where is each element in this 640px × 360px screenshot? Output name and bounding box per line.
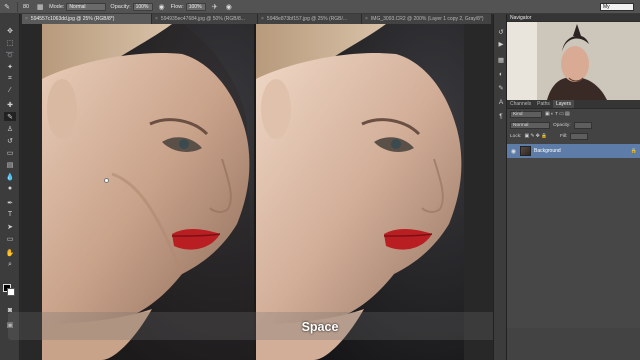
close-icon[interactable]: × [155,16,158,22]
actions-panel-icon[interactable]: ▶ [497,40,505,48]
clone-stamp-tool-icon[interactable]: ♙ [4,124,16,133]
document-tab-strip: × 594557c1063dd.jpg @ 25% (RGB/8*) × 594… [22,14,492,24]
panel-dock: ↺ ▶ ▦ ◐ ✎ A ¶ [493,14,507,360]
marquee-tool-icon[interactable]: ⬚ [4,38,16,47]
shape-tool-icon[interactable]: ▭ [4,234,16,243]
gradient-tool-icon[interactable]: ▤ [4,160,16,169]
tab-layers[interactable]: Layers [552,100,574,108]
zoom-tool-icon[interactable]: ⌕ [4,260,16,269]
document-tab-label: 594935ec47684.jpg @ 50% (RGB/8... [160,16,245,22]
eraser-tool-icon[interactable]: ▭ [4,148,16,157]
document-tab-label: 5948e873bf157.jpg @ 25% (RGB/... [266,16,348,22]
fill-field[interactable] [570,133,589,140]
document-tab[interactable]: × 594557c1063dd.jpg @ 25% (RGB/8*) [22,14,152,24]
document-tab-label: IMG_3093.CR2 @ 200% (Layer 1 copy 2, Gra… [370,16,484,22]
lock-row: Lock: ▣ ✎ ✥ 🔒 Fill: [507,131,640,142]
character-panel-icon[interactable]: A [497,98,505,106]
adjustments-panel-icon[interactable]: ◐ [497,70,505,78]
brush-panel-toggle[interactable]: ▦ [33,0,47,13]
document-tab[interactable]: × 5948e873bf157.jpg @ 25% (RGB/... [258,14,362,24]
move-tool-icon[interactable]: ✥ [4,26,16,35]
tab-channels[interactable]: Channels [507,100,534,108]
pressure-opacity-toggle[interactable]: ◉ [155,0,169,13]
airbrush-icon: ✈ [211,3,218,11]
tools-panel: ✥ ⬚ ➰ ✦ ⌗ ⁄ ✚ ✎ ♙ ↺ ▭ ▤ 💧 ● ✒ T ➤ ▭ ✋ ⌕ … [0,14,20,360]
keystroke-label: Space [301,320,339,334]
navigator-preview[interactable] [507,22,640,100]
navigator-header[interactable]: Navigator [507,14,640,22]
tool-preset-picker[interactable]: ✎ [0,0,14,13]
layer-filter-row: Kind ▣ ◐ T ▭ ▤ [507,109,640,120]
brush-tool-icon[interactable]: ✎ [4,112,16,121]
hand-tool-icon[interactable]: ✋ [4,248,16,257]
document-tab[interactable]: × 594935ec47684.jpg @ 50% (RGB/8... [152,14,258,24]
history-panel-icon[interactable]: ↺ [497,28,505,36]
lock-options[interactable]: ▣ ✎ ✥ 🔒 [524,134,547,139]
fill-label: Fill: [560,134,568,139]
right-panels: Navigator Channels Paths Layers Kind ▣ ◐… [507,14,640,360]
blend-row: Normal Opacity: [507,120,640,131]
quick-select-tool-icon[interactable]: ✦ [4,62,16,71]
mode-label: Mode: [49,3,65,10]
brush-panel-icon[interactable]: ✎ [497,84,505,92]
layer-opacity-field[interactable] [573,122,592,129]
paragraph-panel-icon[interactable]: ¶ [497,112,505,120]
brush-panel-icon: ▦ [36,3,44,11]
opacity-label: Opacity: [110,3,131,10]
lock-label: Lock: [510,134,522,139]
brush-icon: ✎ [4,3,10,11]
photo-after[interactable] [256,24,464,360]
pressure-icon: ◉ [158,3,165,11]
layer-row-background[interactable]: ◉ Background 🔒 [507,144,640,158]
close-icon[interactable]: × [25,16,28,22]
brush-size-value: 80 [23,3,30,10]
options-bar: ✎ 80 ▦ Mode: Normal Opacity: 100% ◉ Flow… [0,0,640,14]
layer-opacity-label: Opacity: [553,123,571,128]
photo-before[interactable] [42,24,254,360]
close-icon[interactable]: × [261,16,264,22]
document-tab[interactable]: × IMG_3093.CR2 @ 200% (Layer 1 copy 2, G… [362,14,492,24]
background-color-swatch[interactable] [7,288,15,296]
mode-select[interactable]: Normal [66,2,107,11]
document-tab-label: 594557c1063dd.jpg @ 25% (RGB/8*) [30,16,115,22]
close-icon[interactable]: × [365,16,368,22]
filter-icons[interactable]: ▣ ◐ T ▭ ▤ [545,112,570,117]
workspace-switcher[interactable]: My [600,3,634,11]
pen-tool-icon[interactable]: ✒ [4,198,16,207]
tab-paths[interactable]: Paths [534,100,553,108]
path-select-tool-icon[interactable]: ➤ [4,222,16,231]
pressure-size-icon: ◉ [225,3,232,11]
eye-icon[interactable]: ◉ [510,148,517,155]
dodge-tool-icon[interactable]: ● [4,184,16,193]
blend-mode-select[interactable]: Normal [510,122,550,129]
flow-label: Flow: [170,3,184,10]
navigator-title: Navigator [510,14,532,21]
blur-tool-icon[interactable]: 💧 [4,172,16,181]
brush-cursor [104,178,109,183]
history-brush-tool-icon[interactable]: ↺ [4,136,16,145]
layers-tab-bar: Channels Paths Layers [507,100,640,109]
lock-icon: 🔒 [630,148,637,154]
layer-name: Background [534,148,561,154]
lasso-tool-icon[interactable]: ➰ [4,50,16,59]
type-tool-icon[interactable]: T [4,210,16,219]
layers-list-empty-area [507,158,640,328]
color-panel-icon[interactable]: ▦ [497,56,505,64]
separator [17,1,18,12]
flow-field[interactable]: 100% [185,2,206,11]
opacity-field[interactable]: 100% [132,2,153,11]
brush-size-picker[interactable]: 80 [21,0,33,13]
crop-tool-icon[interactable]: ⌗ [4,74,16,83]
layer-thumbnail [520,146,531,156]
pressure-size-toggle[interactable]: ◉ [222,0,236,13]
airbrush-toggle[interactable]: ✈ [208,0,222,13]
healing-brush-tool-icon[interactable]: ✚ [4,100,16,109]
layer-kind-filter[interactable]: Kind [510,111,542,118]
eyedropper-tool-icon[interactable]: ⁄ [4,86,16,95]
